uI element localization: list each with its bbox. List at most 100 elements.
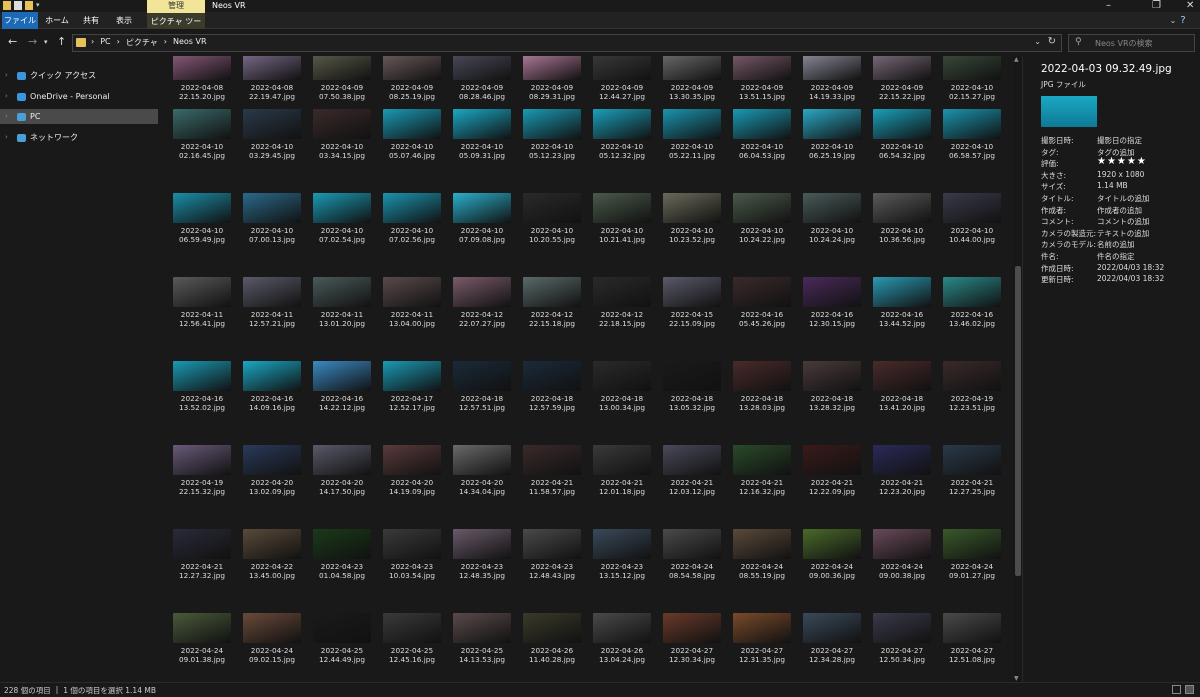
file-tile[interactable]: 2022-04-22 13.45.00.jpg [242, 529, 302, 581]
thumbnail[interactable] [803, 109, 861, 139]
file-tile[interactable]: 2022-04-23 13.15.12.jpg [592, 529, 652, 581]
thumbnail[interactable] [243, 277, 301, 307]
thumbnail[interactable] [313, 445, 371, 475]
scrollbar-thumb[interactable] [1015, 266, 1021, 576]
file-tile[interactable]: 2022-04-24 08.55.19.jpg [732, 529, 792, 581]
thumbnail[interactable] [453, 56, 511, 80]
thumbnail[interactable] [383, 277, 441, 307]
file-tile[interactable]: 2022-04-10 07.02.54.jpg [312, 193, 372, 245]
thumbnail[interactable] [593, 56, 651, 80]
file-tile[interactable]: 2022-04-17 12.52.17.jpg [382, 361, 442, 413]
file-tile[interactable]: 2022-04-10 03.29.45.jpg [242, 109, 302, 161]
thumbnail[interactable] [873, 56, 931, 80]
thumbnail[interactable] [173, 445, 231, 475]
thumbnail[interactable] [523, 193, 581, 223]
thumbnail[interactable] [453, 193, 511, 223]
scroll-up-icon[interactable]: ▲ [1014, 56, 1019, 63]
thumbnail[interactable] [313, 529, 371, 559]
thumbnail[interactable] [453, 529, 511, 559]
file-tile[interactable]: 2022-04-10 10.44.00.jpg [942, 193, 1002, 245]
tab-home[interactable]: ホーム [42, 12, 72, 29]
file-tile[interactable]: 2022-04-10 06.59.49.jpg [172, 193, 232, 245]
thumbnail[interactable] [733, 109, 791, 139]
file-tile[interactable]: 2022-04-16 13.44.52.jpg [872, 277, 932, 329]
thumbnail[interactable] [383, 445, 441, 475]
file-tile[interactable]: 2022-04-23 12.48.43.jpg [522, 529, 582, 581]
thumbnail[interactable] [733, 529, 791, 559]
thumbnail[interactable] [243, 613, 301, 643]
thumbnail[interactable] [523, 56, 581, 80]
thumbnail[interactable] [593, 529, 651, 559]
file-tile[interactable]: 2022-04-20 13.02.09.jpg [242, 445, 302, 497]
file-tile[interactable]: 2022-04-10 05.22.11.jpg [662, 109, 722, 161]
thumbnail[interactable] [593, 613, 651, 643]
property-value[interactable]: 1.14 MB [1097, 181, 1128, 190]
nav-item-onedrive[interactable]: › OneDrive - Personal [0, 89, 158, 104]
thumbnail[interactable] [593, 445, 651, 475]
chevron-down-icon[interactable]: ▾ [36, 1, 42, 10]
thumbnail[interactable] [173, 613, 231, 643]
help-icon[interactable]: ? [1176, 12, 1190, 29]
file-tile[interactable]: 2022-04-16 05.45.26.jpg [732, 277, 792, 329]
property-value[interactable]: 1920 x 1080 [1097, 170, 1144, 179]
file-tile[interactable]: 2022-04-10 05.12.23.jpg [522, 109, 582, 161]
minimize-button[interactable]: – [1106, 0, 1111, 11]
file-tile[interactable]: 2022-04-21 12.01.18.jpg [592, 445, 652, 497]
file-tile[interactable]: 2022-04-10 06.54.32.jpg [872, 109, 932, 161]
file-tile[interactable]: 2022-04-16 14.22.12.jpg [312, 361, 372, 413]
file-tile[interactable]: 2022-04-10 05.07.46.jpg [382, 109, 442, 161]
tab-share[interactable]: 共有 [78, 12, 104, 29]
chevron-right-icon[interactable]: › [5, 68, 8, 83]
thumbnail[interactable] [663, 361, 721, 391]
thumbnail[interactable] [383, 193, 441, 223]
maximize-button[interactable]: ❐ [1152, 0, 1161, 11]
thumbnail[interactable] [523, 361, 581, 391]
thumbnail[interactable] [313, 56, 371, 80]
file-tile[interactable]: 2022-04-09 13.51.15.jpg [732, 56, 792, 106]
file-tile[interactable]: 2022-04-18 13.05.32.jpg [662, 361, 722, 413]
file-tile[interactable]: 2022-04-10 10.36.56.jpg [872, 193, 932, 245]
thumbnail[interactable] [663, 445, 721, 475]
thumbnail[interactable] [383, 529, 441, 559]
file-tile[interactable]: 2022-04-10 05.12.32.jpg [592, 109, 652, 161]
file-tile[interactable]: 2022-04-21 12.23.20.jpg [872, 445, 932, 497]
thumbnail[interactable] [313, 193, 371, 223]
thumbnail[interactable] [173, 529, 231, 559]
thumbnail[interactable] [943, 445, 1001, 475]
file-tile[interactable]: 2022-04-09 14.19.33.jpg [802, 56, 862, 106]
thumbnail[interactable] [943, 277, 1001, 307]
search-box[interactable]: ⚲ Neos VRの検索 [1068, 34, 1195, 52]
file-tile[interactable]: 2022-04-09 13.30.35.jpg [662, 56, 722, 106]
file-tile[interactable]: 2022-04-24 09.02.15.jpg [242, 613, 302, 665]
file-tile[interactable]: 2022-04-27 12.51.08.jpg [942, 613, 1002, 665]
file-tile[interactable]: 2022-04-18 12.57.51.jpg [452, 361, 512, 413]
thumbnail[interactable] [453, 109, 511, 139]
file-tile[interactable]: 2022-04-16 14.09.16.jpg [242, 361, 302, 413]
file-tile[interactable]: 2022-04-10 10.20.55.jpg [522, 193, 582, 245]
thumbnail[interactable] [243, 109, 301, 139]
file-tile[interactable]: 2022-04-20 14.17.50.jpg [312, 445, 372, 497]
recent-locations-icon[interactable]: ▾ [44, 38, 48, 46]
thumbnail[interactable] [943, 193, 1001, 223]
file-tile[interactable]: 2022-04-09 08.25.19.jpg [382, 56, 442, 106]
file-tile[interactable]: 2022-04-25 14.13.53.jpg [452, 613, 512, 665]
property-value[interactable]: コメントの追加 [1097, 216, 1150, 227]
thumbnail[interactable] [663, 277, 721, 307]
details-view-icon[interactable] [1172, 685, 1181, 694]
file-tile[interactable]: 2022-04-18 13.28.32.jpg [802, 361, 862, 413]
file-tile[interactable]: 2022-04-09 08.29.31.jpg [522, 56, 582, 106]
property-value[interactable]: タイトルの追加 [1097, 193, 1150, 204]
file-tile[interactable]: 2022-04-25 12.44.49.jpg [312, 613, 372, 665]
tab-file[interactable]: ファイル [2, 12, 38, 29]
new-folder-icon[interactable] [25, 1, 33, 10]
folder-icon[interactable] [3, 1, 11, 10]
thumbnail[interactable] [943, 529, 1001, 559]
file-tile[interactable]: 2022-04-21 12.27.25.jpg [942, 445, 1002, 497]
file-tile[interactable]: 2022-04-09 22.15.22.jpg [872, 56, 932, 106]
file-tile[interactable]: 2022-04-10 10.24.22.jpg [732, 193, 792, 245]
thumbnail[interactable] [943, 361, 1001, 391]
thumbnail[interactable] [873, 529, 931, 559]
thumbnail[interactable] [383, 109, 441, 139]
file-tile[interactable]: 2022-04-27 12.30.34.jpg [662, 613, 722, 665]
thumbnail[interactable] [873, 277, 931, 307]
